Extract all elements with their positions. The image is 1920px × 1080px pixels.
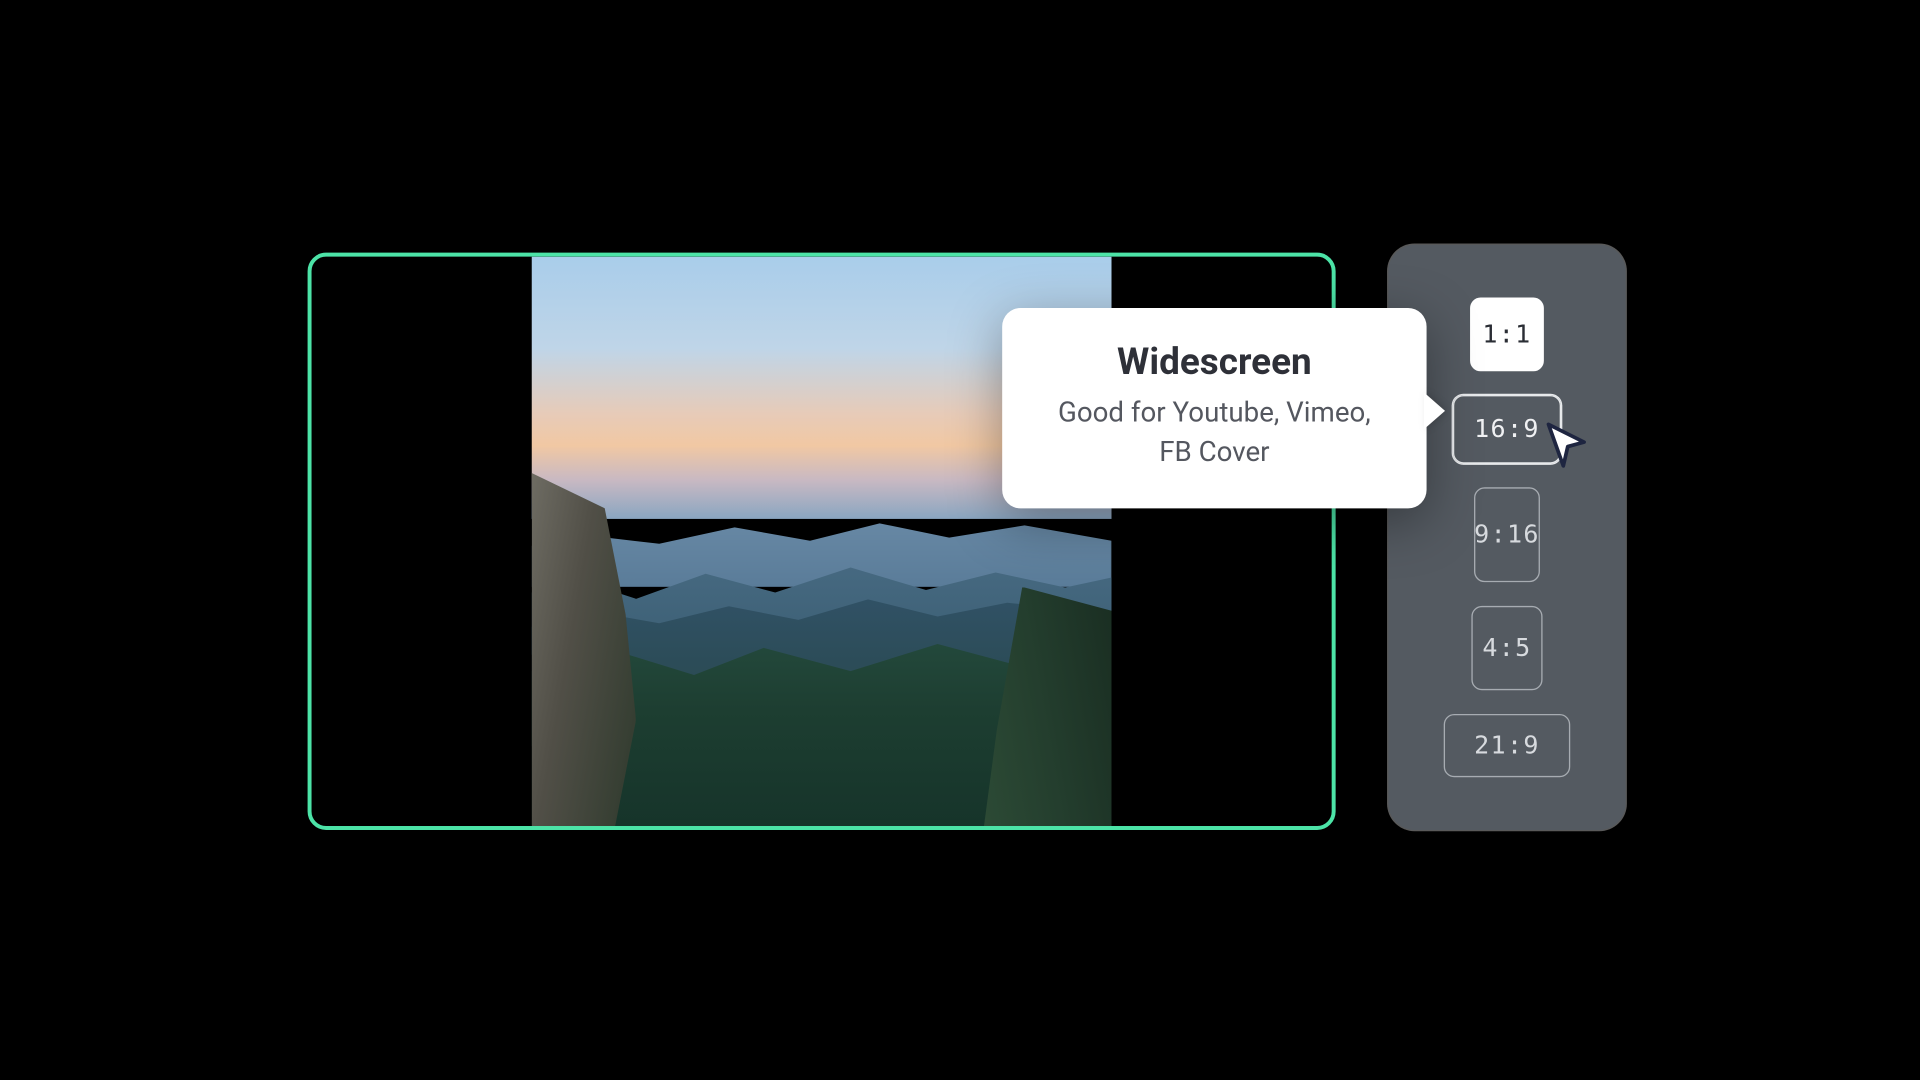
aspect-ratio-label: 16:9: [1474, 415, 1540, 444]
aspect-ratio-label: 1:1: [1482, 320, 1531, 349]
tooltip-description: Good for Youtube, Vimeo, FB Cover: [1039, 394, 1390, 474]
aspect-ratio-option-16-9[interactable]: 16:9: [1453, 395, 1561, 464]
aspect-ratio-option-9-16[interactable]: 9:16: [1474, 487, 1540, 582]
aspect-ratio-option-4-5[interactable]: 4:5: [1471, 606, 1542, 690]
aspect-ratio-label: 9:16: [1474, 520, 1540, 549]
aspect-ratio-label: 21:9: [1474, 731, 1540, 760]
aspect-ratio-label: 4:5: [1482, 634, 1531, 663]
tooltip-title: Widescreen: [1039, 340, 1390, 383]
aspect-ratio-tooltip: Widescreen Good for Youtube, Vimeo, FB C…: [1002, 308, 1426, 508]
editor-stage: 1:1 16:9 9:16 4:5 21:9 Widescreen Good f…: [0, 2, 1919, 1077]
aspect-ratio-option-1-1[interactable]: 1:1: [1470, 297, 1544, 371]
aspect-ratio-option-21-9[interactable]: 21:9: [1444, 714, 1571, 777]
